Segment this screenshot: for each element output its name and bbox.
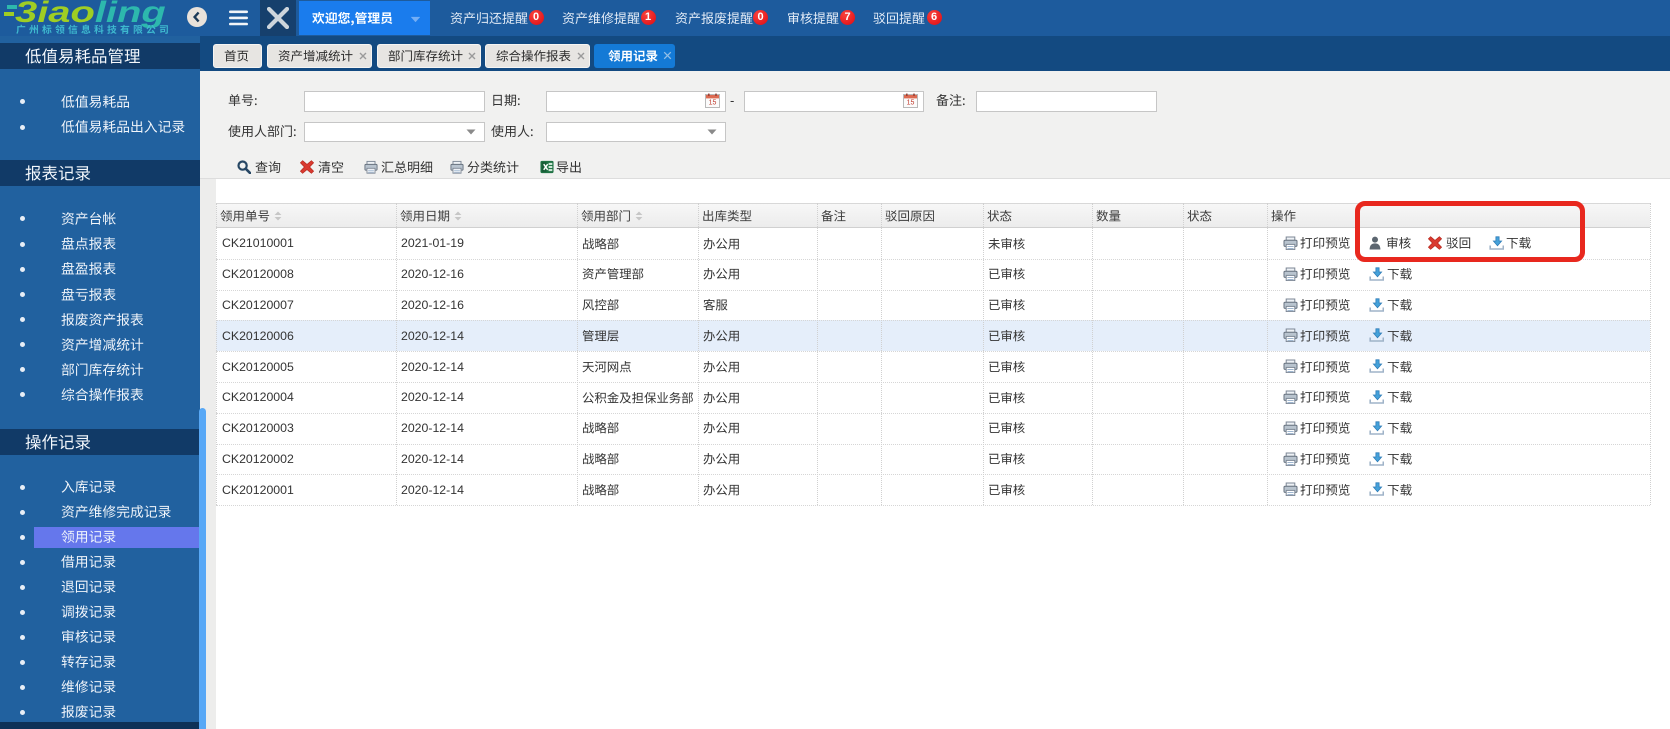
svg-text:15: 15 bbox=[709, 100, 717, 107]
svg-text:15: 15 bbox=[907, 100, 915, 107]
